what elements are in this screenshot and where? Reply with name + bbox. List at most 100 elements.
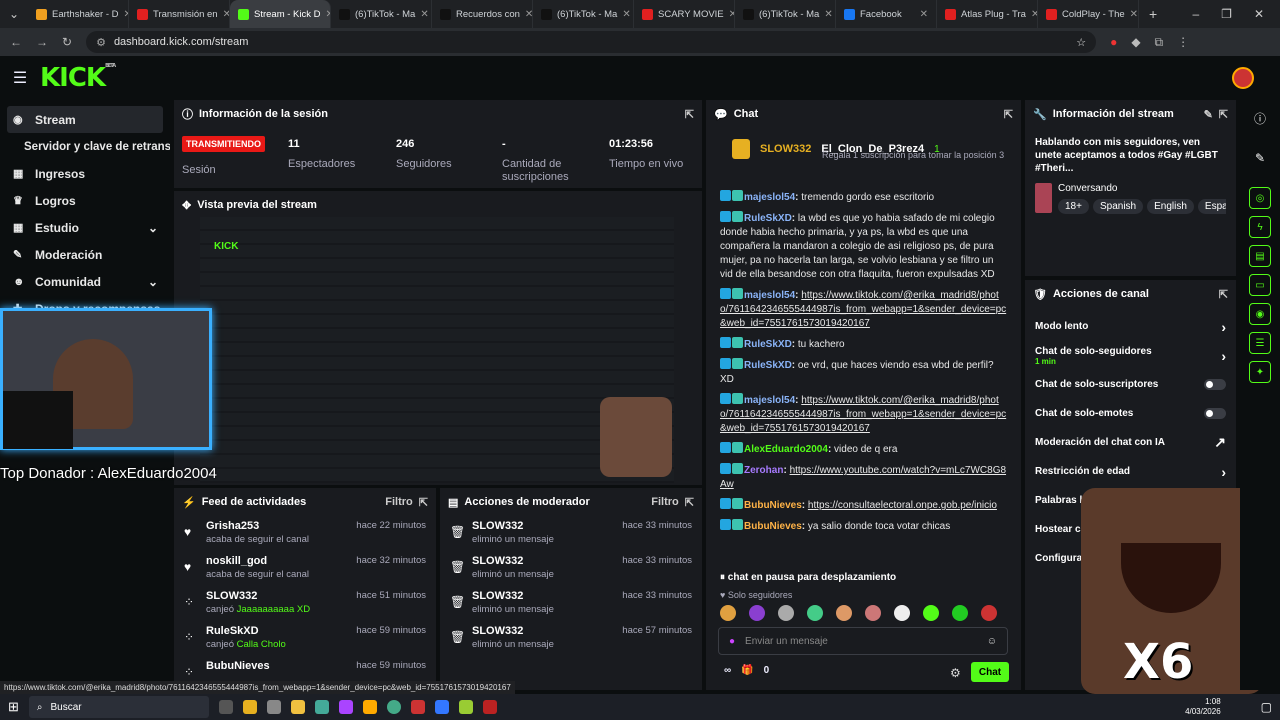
user-avatar[interactable] bbox=[1232, 67, 1254, 89]
tab-close-icon[interactable]: ✕ bbox=[420, 9, 428, 20]
browser-tab[interactable]: (6)TikTok - Ma ✕ bbox=[331, 0, 432, 28]
sidebar-item[interactable]: ♛ Logros bbox=[0, 187, 170, 214]
chat-message[interactable]: BubuNieves: ya salio donde toca votar ch… bbox=[706, 519, 1021, 534]
gift-icon[interactable]: 🎁 bbox=[741, 665, 753, 676]
toggle-switch[interactable] bbox=[1204, 408, 1226, 419]
app-icon[interactable] bbox=[434, 700, 449, 714]
chevron-down-icon[interactable]: ⌄ bbox=[148, 275, 158, 289]
stream-tag[interactable]: Spanish bbox=[1092, 199, 1144, 214]
kick-logo[interactable]: KICKBETA bbox=[40, 63, 116, 93]
toggle-switch[interactable] bbox=[1204, 379, 1226, 390]
chat-message[interactable]: AlexEduardo2004: video de q era bbox=[706, 442, 1021, 457]
sidebar-item[interactable]: ▦ Estudio ⌄ bbox=[0, 214, 170, 241]
lightning-icon[interactable]: ϟ bbox=[1249, 216, 1271, 238]
filter-button[interactable]: Filtro bbox=[651, 496, 679, 508]
popout-icon[interactable]: ⇱ bbox=[1219, 288, 1228, 301]
stream-tag[interactable]: Espa bbox=[1197, 199, 1226, 214]
chat-message[interactable]: Zerohan: https://www.youtube.com/watch?v… bbox=[706, 463, 1021, 492]
tab-close-icon[interactable]: ✕ bbox=[824, 9, 832, 20]
app-icon[interactable] bbox=[482, 700, 497, 714]
maximize-icon[interactable]: ❐ bbox=[1221, 7, 1232, 21]
browser-tab[interactable]: Facebook ✕ bbox=[836, 0, 937, 28]
browser-tab[interactable]: Earthshaker - D✕ bbox=[28, 0, 129, 28]
category-thumbnail[interactable] bbox=[1035, 183, 1052, 213]
app-icon[interactable] bbox=[410, 700, 425, 714]
mod-user[interactable]: SLOW332 bbox=[472, 520, 554, 532]
feed-user[interactable]: Grisha253 bbox=[206, 520, 309, 532]
chevron-right-icon[interactable]: › bbox=[1221, 319, 1226, 335]
new-tab-button[interactable]: + bbox=[1139, 6, 1167, 22]
mic-icon[interactable]: ● bbox=[729, 636, 735, 647]
browser-tab[interactable]: Atlas Plug - Tra ✕ bbox=[937, 0, 1038, 28]
chevron-right-icon[interactable]: › bbox=[1221, 464, 1226, 480]
notification-icon[interactable]: ▢ bbox=[1261, 700, 1280, 714]
back-icon[interactable]: ← bbox=[10, 35, 22, 49]
mod-user[interactable]: SLOW332 bbox=[472, 555, 554, 567]
browser-tab[interactable]: ColdPlay - The ✕ bbox=[1038, 0, 1139, 28]
send-chat-button[interactable]: Chat bbox=[971, 662, 1009, 682]
wrench-icon[interactable]: ✦ bbox=[1249, 361, 1271, 383]
browser-tab[interactable]: (6)TikTok - Ma ✕ bbox=[533, 0, 634, 28]
browser-tab[interactable]: SCARY MOVIE✕ bbox=[634, 0, 735, 28]
emote-icon[interactable] bbox=[807, 605, 823, 621]
popout-icon[interactable]: ⇱ bbox=[419, 496, 428, 509]
feed-user[interactable]: RuleSkXD bbox=[206, 625, 286, 637]
sidebar-item[interactable]: ▦ Ingresos bbox=[0, 160, 170, 187]
chat-message[interactable]: majeslol54: https://www.tiktok.com/@erik… bbox=[706, 288, 1021, 331]
extension-icon[interactable]: ◆ bbox=[1131, 35, 1140, 49]
settings-gear-icon[interactable]: ⚙ bbox=[950, 666, 961, 680]
app-icon[interactable] bbox=[458, 700, 473, 714]
channel-action[interactable]: Chat de solo-seguidores 1 min › bbox=[1025, 341, 1236, 370]
tab-close-icon[interactable]: ✕ bbox=[1031, 9, 1037, 20]
chevron-down-icon[interactable]: ⌄ bbox=[148, 221, 158, 235]
emote-icon[interactable] bbox=[778, 605, 794, 621]
broadcast-icon[interactable]: ◉ bbox=[1249, 303, 1271, 325]
chat-username[interactable]: RuleSkXD bbox=[744, 213, 792, 224]
chat-message[interactable]: RuleSkXD: tu kachero bbox=[706, 337, 1021, 352]
browser-tab[interactable]: Recuerdos con ✕ bbox=[432, 0, 533, 28]
popout-icon[interactable]: ⇱ bbox=[1004, 108, 1013, 121]
sidebar-item[interactable]: ◉ Stream bbox=[7, 106, 163, 133]
popout-icon[interactable]: ⇱ bbox=[685, 108, 694, 121]
mod-user[interactable]: SLOW332 bbox=[472, 590, 554, 602]
popout-icon[interactable]: ⇱ bbox=[1219, 108, 1228, 121]
chat-username[interactable]: RuleSkXD bbox=[744, 339, 792, 350]
emote-icon[interactable] bbox=[894, 605, 910, 621]
chat-username[interactable]: RuleSkXD bbox=[744, 360, 792, 371]
stream-tag[interactable]: 18+ bbox=[1058, 199, 1089, 214]
emoji-icon[interactable]: ☺ bbox=[987, 636, 997, 647]
list-icon[interactable]: ☰ bbox=[1249, 332, 1271, 354]
emote-icon[interactable] bbox=[981, 605, 997, 621]
url-field[interactable]: ⚙ dashboard.kick.com/stream ☆ bbox=[86, 31, 1097, 53]
forward-icon[interactable]: → bbox=[36, 35, 48, 49]
app-icon[interactable] bbox=[314, 700, 329, 714]
chat-bubble-icon[interactable]: ▭ bbox=[1249, 274, 1271, 296]
chat-paused-notice[interactable]: ⏸ chat en pausa para desplazamiento bbox=[720, 572, 896, 583]
tab-close-icon[interactable]: ✕ bbox=[920, 9, 928, 20]
edit-pencil-icon[interactable]: ✎ bbox=[1204, 108, 1213, 121]
channel-action[interactable]: Chat de solo-suscriptores bbox=[1025, 370, 1236, 399]
stream-preview-video[interactable]: KICK bbox=[200, 217, 674, 483]
minimize-icon[interactable]: – bbox=[1192, 7, 1199, 21]
feed-user[interactable]: noskill_god bbox=[206, 555, 309, 567]
tab-close-icon[interactable]: ✕ bbox=[1130, 9, 1138, 20]
tab-close-icon[interactable]: ✕ bbox=[622, 9, 630, 20]
chat-message[interactable]: BubuNieves: https://consultaelectoral.on… bbox=[706, 498, 1021, 513]
sidebar-item[interactable]: Servidor y clave de retransm bbox=[0, 133, 170, 160]
tab-close-icon[interactable]: ✕ bbox=[525, 9, 532, 20]
clock[interactable]: 1:08 4/03/2026 bbox=[1185, 697, 1251, 717]
bookmark-star-icon[interactable]: ☆ bbox=[1076, 36, 1086, 49]
sidebar-item[interactable]: ✎ Moderación bbox=[0, 241, 170, 268]
channel-action[interactable]: Restricción de edad › bbox=[1025, 457, 1236, 486]
chat-username[interactable]: BubuNieves bbox=[744, 500, 802, 511]
chat-message[interactable]: RuleSkXD: la wbd es que yo habia safado … bbox=[706, 211, 1021, 282]
browser-tab[interactable]: (6)TikTok - Ma ✕ bbox=[735, 0, 836, 28]
extension-icon[interactable]: ● bbox=[1110, 35, 1117, 49]
pencil-icon[interactable]: ✎ bbox=[1240, 151, 1280, 165]
channel-action[interactable]: Chat de solo-emotes bbox=[1025, 399, 1236, 428]
category-name[interactable]: Conversando bbox=[1058, 183, 1226, 194]
chrome-icon[interactable] bbox=[386, 700, 401, 714]
app-icon[interactable] bbox=[290, 700, 305, 714]
emote-icon[interactable] bbox=[720, 605, 736, 621]
chat-username[interactable]: Zerohan bbox=[744, 465, 783, 476]
